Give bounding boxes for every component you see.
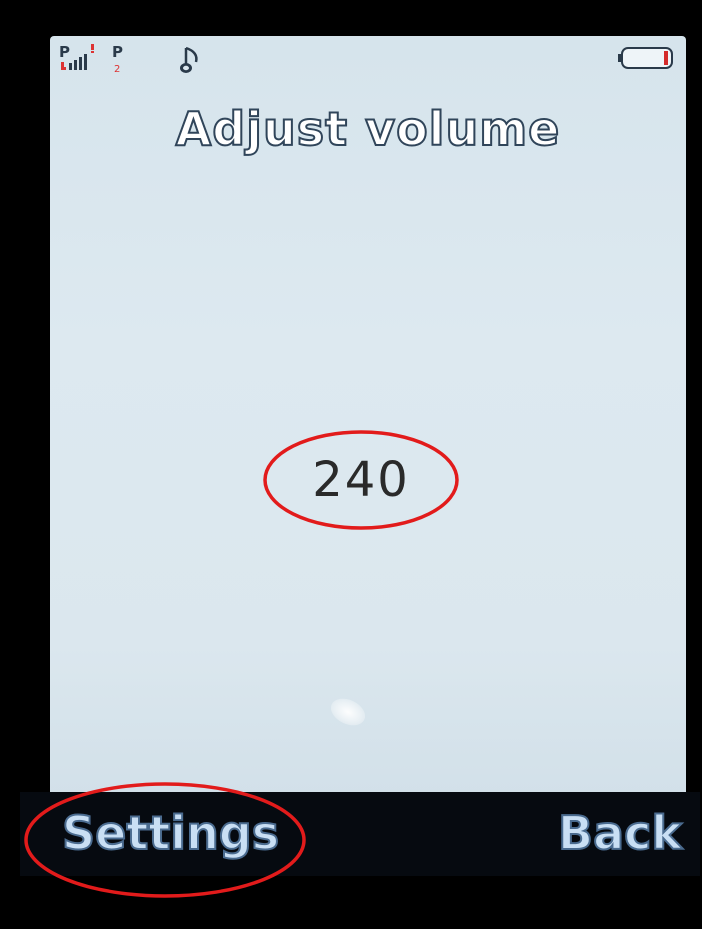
sim2-label: P (112, 43, 123, 61)
battery-icon (618, 47, 673, 69)
settings-softkey[interactable]: Settings (61, 805, 280, 861)
softkey-bar: Settings Back (20, 792, 700, 876)
phone-frame: P P 2 Adjust volume 240 Settings Back (0, 0, 702, 929)
sim2-number: 2 (114, 64, 120, 75)
back-softkey[interactable]: Back (557, 805, 683, 861)
sim1-signal-icon: P (59, 43, 94, 70)
page-title: Adjust volume (175, 101, 561, 157)
volume-value-display: 240 (261, 428, 461, 532)
phone-screen: P P 2 Adjust volume 240 (50, 36, 686, 798)
screen-glare (326, 693, 370, 731)
music-note-icon (180, 46, 198, 73)
sim1-label: P (59, 43, 70, 61)
sim2-signal-icon: P 2 (112, 43, 123, 75)
status-bar: P P 2 (50, 36, 686, 84)
volume-value: 240 (312, 452, 410, 508)
